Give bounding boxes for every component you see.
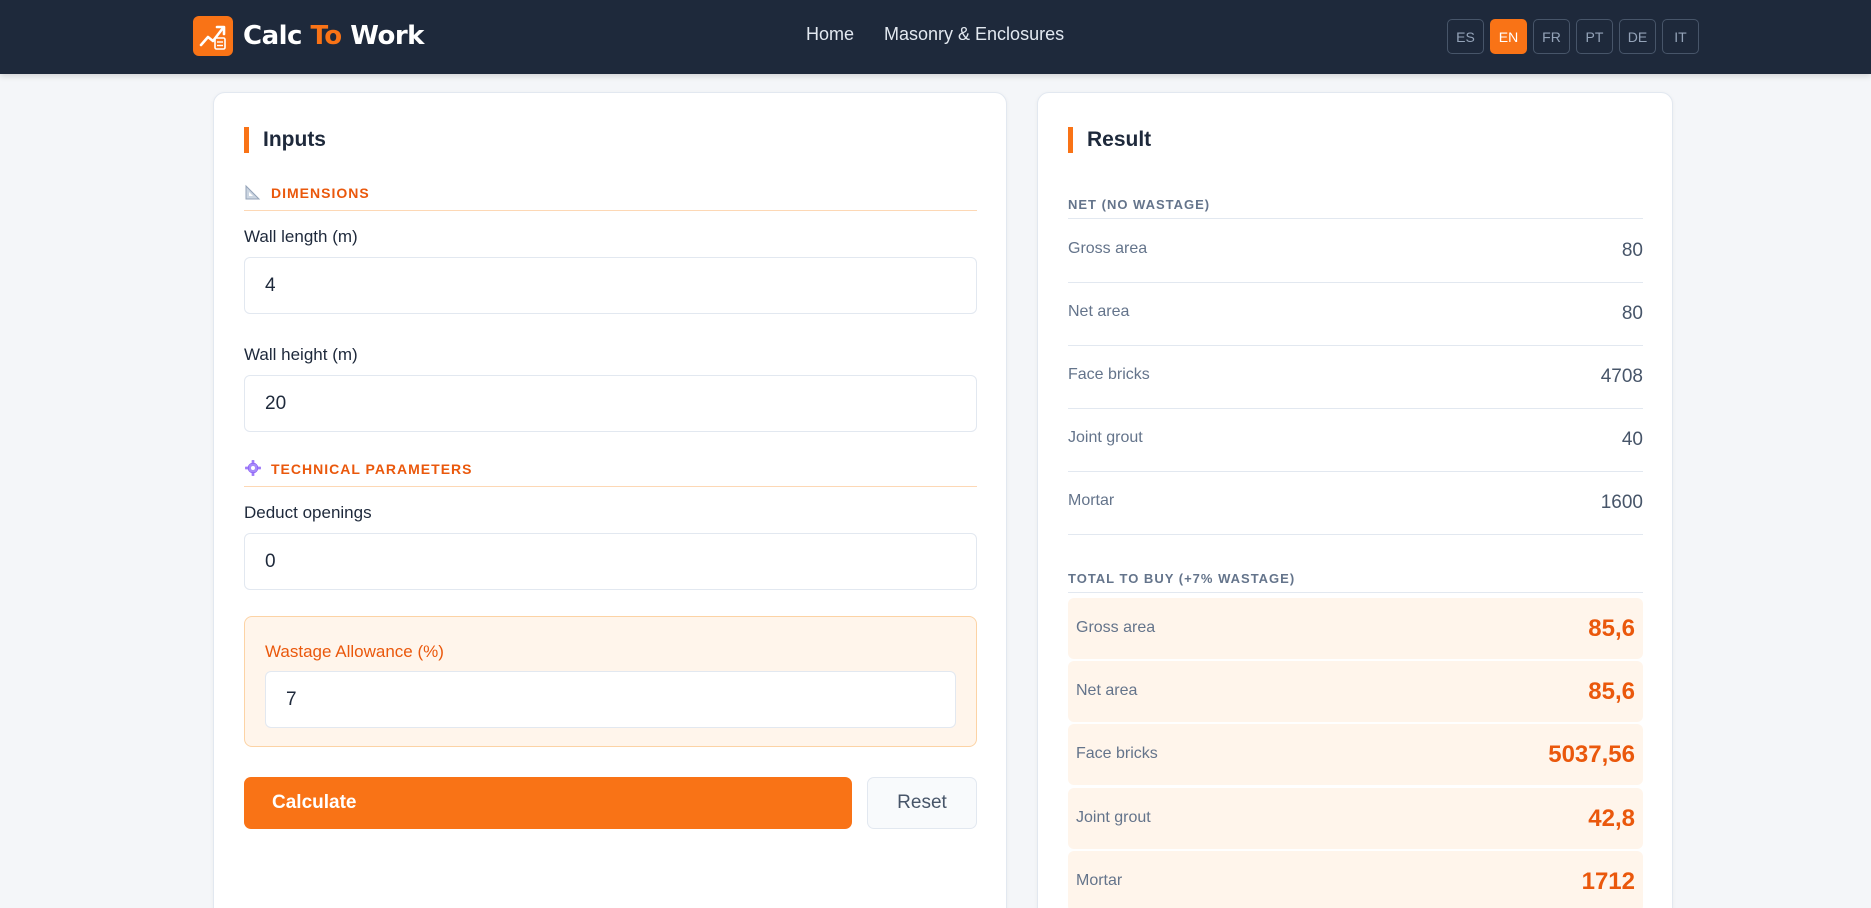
- wall-length-label: Wall length (m): [244, 227, 358, 246]
- net-row-label: Net area: [1068, 303, 1130, 320]
- inputs-card: Inputs DIMENSIONS Wall length (m) Wall h…: [213, 92, 1007, 908]
- wall-height-label: Wall height (m): [244, 345, 358, 364]
- total-row-value: 42,8: [1588, 805, 1635, 832]
- total-row-label: Gross area: [1076, 619, 1156, 636]
- wall-length-input[interactable]: [244, 257, 977, 314]
- lang-button-en[interactable]: EN: [1490, 19, 1527, 54]
- total-section-label: TOTAL TO BUY (+7% WASTAGE): [1068, 571, 1296, 586]
- main-nav: Home Masonry & Enclosures: [806, 24, 1064, 45]
- net-row-value: 80: [1621, 240, 1643, 261]
- top-navbar: Calc To Work Home Masonry & Enclosures E…: [0, 0, 1871, 74]
- wastage-panel: Wastage Allowance (%): [244, 616, 977, 747]
- total-row-value: 5037,56: [1548, 741, 1635, 768]
- brand-name-part1: Calc: [243, 21, 311, 51]
- net-row-label: Joint grout: [1068, 429, 1143, 446]
- gear-icon: [245, 460, 261, 476]
- total-row-label: Joint grout: [1076, 809, 1151, 826]
- dimensions-section-label: DIMENSIONS: [271, 185, 370, 201]
- lang-button-de[interactable]: DE: [1619, 19, 1656, 54]
- technical-section-label: TECHNICAL PARAMETERS: [271, 461, 473, 477]
- lang-button-fr[interactable]: FR: [1533, 19, 1570, 54]
- net-row-net-area: Net area 80: [1068, 283, 1643, 346]
- net-row-label: Mortar: [1068, 492, 1115, 509]
- result-card: Result NET (NO WASTAGE) Gross area 80 Ne…: [1037, 92, 1673, 908]
- calculate-button[interactable]: Calculate: [244, 777, 852, 829]
- total-section-header: TOTAL TO BUY (+7% WASTAGE): [1068, 563, 1643, 593]
- net-row-joint-grout: Joint grout 40: [1068, 409, 1643, 472]
- net-row-face-bricks: Face bricks 4708: [1068, 346, 1643, 409]
- net-row-mortar: Mortar 1600: [1068, 472, 1643, 535]
- net-row-value: 80: [1621, 303, 1643, 324]
- net-row-label: Gross area: [1068, 240, 1148, 257]
- nav-link-home[interactable]: Home: [806, 24, 854, 45]
- brand-name-part2: Work: [341, 21, 424, 51]
- wastage-label: Wastage Allowance (%): [265, 642, 444, 661]
- net-row-value: 4708: [1600, 366, 1643, 387]
- total-row-face-bricks: Face bricks 5037,56: [1068, 724, 1643, 785]
- lang-button-it[interactable]: IT: [1662, 19, 1699, 54]
- net-section-label: NET (NO WASTAGE): [1068, 197, 1211, 212]
- total-row-value: 85,6: [1588, 615, 1635, 642]
- technical-section-header: TECHNICAL PARAMETERS: [244, 457, 977, 487]
- triangle-ruler-icon: [245, 184, 261, 200]
- total-row-value: 1712: [1581, 868, 1635, 895]
- nav-link-masonry[interactable]: Masonry & Enclosures: [884, 24, 1064, 45]
- total-row-label: Mortar: [1076, 872, 1123, 889]
- total-row-value: 85,6: [1588, 678, 1635, 705]
- reset-button[interactable]: Reset: [867, 777, 977, 829]
- inputs-title: Inputs: [244, 127, 326, 153]
- total-row-net-area: Net area 85,6: [1068, 661, 1643, 722]
- wall-height-input[interactable]: [244, 375, 977, 432]
- deduct-openings-input[interactable]: [244, 533, 977, 590]
- net-row-value: 1600: [1600, 492, 1643, 513]
- brand-name: Calc To Work: [243, 21, 424, 51]
- chart-growth-icon: [193, 16, 233, 56]
- lang-button-es[interactable]: ES: [1447, 19, 1484, 54]
- dimensions-section-header: DIMENSIONS: [244, 181, 977, 211]
- net-section-header: NET (NO WASTAGE): [1068, 189, 1643, 219]
- result-title: Result: [1068, 127, 1151, 153]
- net-row-gross-area: Gross area 80: [1068, 220, 1643, 283]
- total-row-gross-area: Gross area 85,6: [1068, 598, 1643, 659]
- lang-button-pt[interactable]: PT: [1576, 19, 1613, 54]
- total-row-joint-grout: Joint grout 42,8: [1068, 788, 1643, 849]
- brand-name-accent: To: [310, 21, 343, 51]
- total-row-label: Net area: [1076, 682, 1138, 699]
- net-row-label: Face bricks: [1068, 366, 1150, 383]
- total-row-label: Face bricks: [1076, 745, 1158, 762]
- total-row-mortar: Mortar 1712: [1068, 851, 1643, 908]
- deduct-openings-label: Deduct openings: [244, 503, 372, 522]
- net-row-value: 40: [1621, 429, 1643, 450]
- wastage-input[interactable]: [265, 671, 956, 728]
- brand-logo[interactable]: Calc To Work: [193, 16, 424, 56]
- language-switcher: ES EN FR PT DE IT: [1447, 19, 1699, 54]
